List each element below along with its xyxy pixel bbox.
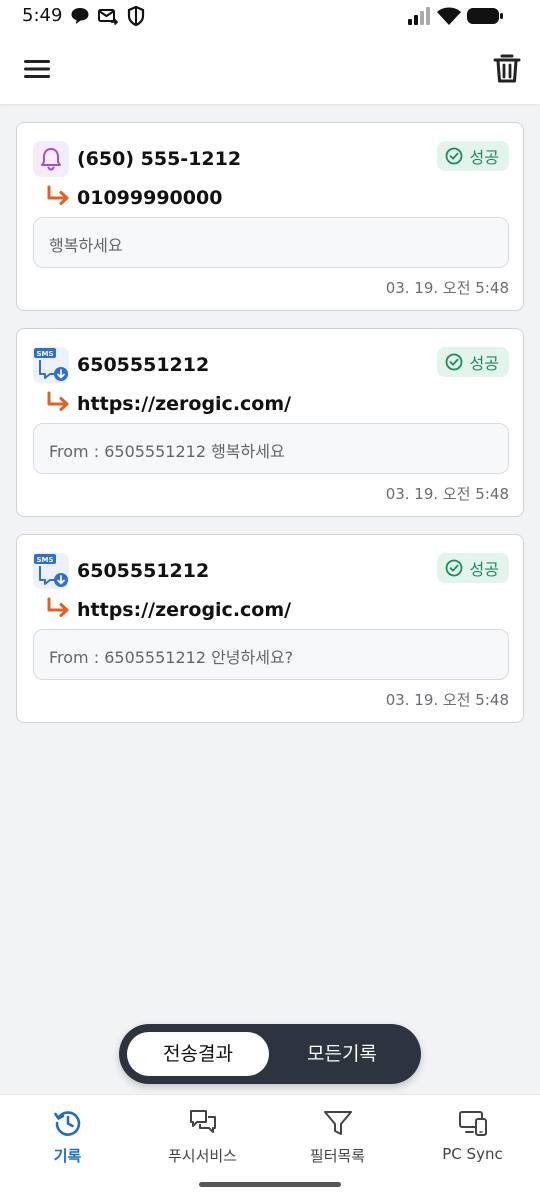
trash-icon[interactable] [492,52,522,84]
status-label: 성공 [469,560,499,579]
svg-text:SMS: SMS [36,556,53,564]
check-circle-icon [445,353,462,371]
record-card[interactable]: (650) 555-1212 성공 01099990000 행복하세요 03. … [16,122,524,311]
record-sender: 6505551212 [77,354,210,376]
view-toggle: 전송결과 모든기록 [119,1024,421,1084]
nav-item-filter-list[interactable]: 필터목록 [270,1107,405,1166]
menu-icon[interactable] [22,54,52,84]
nav-label: 기록 [53,1147,82,1165]
record-target: https://zerogic.com/ [77,393,292,415]
check-circle-icon [445,147,462,165]
status-badge: 성공 [436,347,509,377]
home-indicator[interactable] [199,1182,341,1187]
record-date: 03. 19. 오전 5:48 [385,485,509,503]
record-card[interactable]: SMS 6505551212 성공 https://zerogic.com/ F… [16,328,524,517]
history-icon [53,1111,80,1136]
segment-send-results[interactable]: 전송결과 [127,1032,269,1076]
segment-all-records[interactable]: 모든기록 [271,1032,413,1076]
status-badge: 성공 [436,553,509,583]
pc-sync-icon [458,1111,487,1136]
record-sender: (650) 555-1212 [77,148,242,170]
record-message: From : 6505551212 행복하세요 [33,423,509,474]
status-time: 5:49 [22,5,63,26]
chat-bubble-icon [71,8,89,24]
battery-icon [467,8,503,24]
forward-arrow-icon [47,185,69,205]
mail-forward-icon [98,9,119,26]
record-sender: 6505551212 [77,560,210,582]
record-list: (650) 555-1212 성공 01099990000 행복하세요 03. … [16,122,524,740]
status-bar: 5:49 [0,0,540,34]
record-target: 01099990000 [77,187,223,209]
bell-icon [33,141,69,177]
status-label: 성공 [469,354,499,373]
status-badge: 성공 [436,141,509,171]
wifi-icon [437,7,461,25]
nav-label: PC Sync [442,1145,503,1163]
chat-icon [189,1110,216,1133]
nav-label: 푸시서비스 [167,1147,237,1165]
nav-label: 필터목록 [309,1147,366,1165]
record-date: 03. 19. 오전 5:48 [385,279,509,297]
status-label: 성공 [469,148,499,167]
forward-arrow-icon [47,597,69,617]
sms-icon: SMS [33,553,69,589]
svg-text:SMS: SMS [36,350,53,358]
check-circle-icon [445,559,462,577]
nav-item-pc-sync[interactable]: PC Sync [405,1107,540,1163]
forward-arrow-icon [47,391,69,411]
record-target: https://zerogic.com/ [77,599,292,621]
record-date: 03. 19. 오전 5:48 [385,691,509,709]
record-card[interactable]: SMS 6505551212 성공 https://zerogic.com/ F… [16,534,524,723]
app-bar [0,34,540,104]
record-message: From : 6505551212 안녕하세요? [33,629,509,680]
sms-icon: SMS [33,347,69,383]
nav-item-push-service[interactable]: 푸시서비스 [135,1107,270,1166]
record-message: 행복하세요 [33,217,509,268]
nav-item-history[interactable]: 기록 [0,1107,135,1166]
signal-icon [408,7,430,25]
shield-icon [127,5,145,27]
filter-icon [323,1111,352,1135]
